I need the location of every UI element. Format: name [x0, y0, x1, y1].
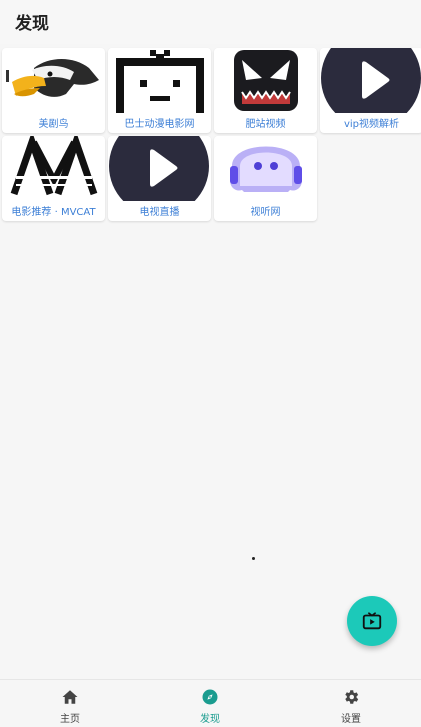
tv-robot-logo-icon: [108, 48, 211, 113]
play-logo-icon: [108, 136, 211, 201]
site-label: 电视直播: [139, 207, 180, 218]
site-card-feizhan[interactable]: 肥站视频: [214, 48, 317, 133]
nav-item-settings[interactable]: 设置: [281, 680, 421, 727]
ghost-logo-icon: [214, 136, 317, 201]
nav-label: 发现: [200, 714, 220, 725]
site-card-mvcat[interactable]: 电影推荐 · MVCAT: [2, 136, 105, 221]
nav-label: 主页: [60, 714, 80, 725]
site-card-bashi[interactable]: 巴士动漫电影网: [108, 48, 211, 133]
nav-label: 设置: [341, 714, 361, 725]
site-label: 肥站视频: [245, 119, 286, 130]
site-label: 巴士动漫电影网: [124, 119, 195, 130]
nav-item-home[interactable]: 主页: [0, 680, 140, 727]
home-icon: [62, 690, 78, 704]
compass-icon: [202, 689, 218, 705]
bottom-navigation: 主页 发现 设置: [0, 679, 421, 727]
gear-icon: [345, 690, 359, 704]
loading-dot: [252, 557, 255, 560]
site-card-shiting[interactable]: 视听网: [214, 136, 317, 221]
site-card-meijuniao[interactable]: 美剧鸟: [2, 48, 105, 133]
site-label: 视听网: [250, 207, 281, 218]
page-title: 发现: [15, 14, 49, 34]
fab-tv-button[interactable]: [347, 596, 397, 646]
eagle-logo-icon: [2, 48, 105, 113]
play-logo-icon: [320, 48, 421, 113]
nav-item-discover[interactable]: 发现: [140, 680, 280, 727]
venom-logo-icon: [214, 48, 317, 113]
app-header: 发现: [0, 0, 421, 44]
mvcat-logo-icon: [2, 136, 105, 201]
site-card-tv-live[interactable]: 电视直播: [108, 136, 211, 221]
site-label: 电影推荐 · MVCAT: [11, 207, 96, 218]
site-label: 美剧鸟: [38, 119, 69, 130]
site-card-vip[interactable]: vip视频解析: [320, 48, 421, 133]
site-label: vip视频解析: [343, 119, 400, 130]
tv-play-icon: [362, 612, 382, 630]
